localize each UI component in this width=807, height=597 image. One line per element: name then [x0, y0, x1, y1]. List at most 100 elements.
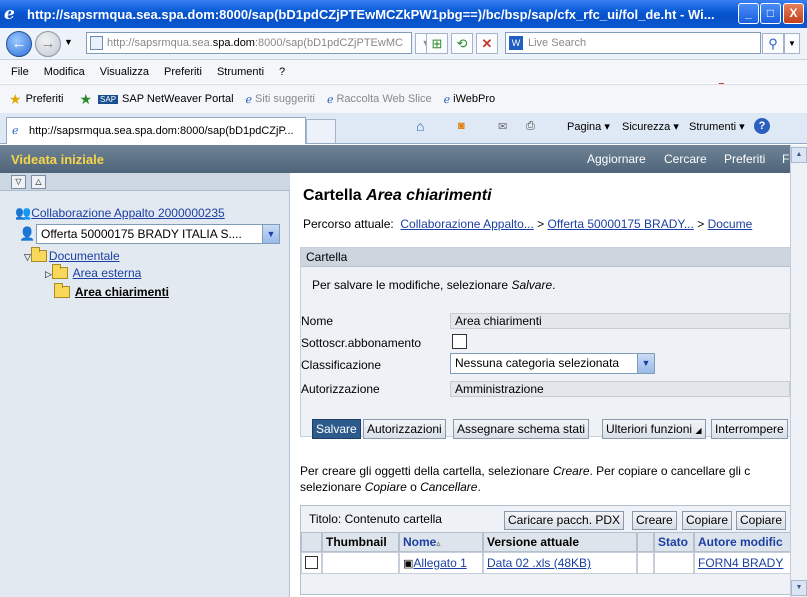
tree-root[interactable]: 👥Collaborazione Appalto 2000000235 [15, 205, 225, 221]
versione-header: Versione attuale [483, 532, 637, 552]
ie-logo-icon: e [4, 4, 15, 24]
minimize-button[interactable]: _ [738, 3, 759, 24]
fav-raccolta-web-slice[interactable]: Raccolta Web Slice [336, 93, 431, 105]
menu-bar: File Modifica Visualizza Preferiti Strum… [0, 60, 807, 83]
versione-cell[interactable]: Data 02 .xls (48KB) [483, 552, 637, 574]
print-icon[interactable]: ⎙ [526, 120, 535, 133]
autore-header[interactable]: Autore modific [694, 532, 790, 552]
add-favorite-icon[interactable]: ★ [79, 91, 92, 108]
caricare-pdx-button[interactable]: Caricare pacch. PDX [504, 511, 625, 530]
tree-area-esterna[interactable]: ▷ Area esterna [45, 264, 141, 280]
command-strumenti[interactable]: Strumenti ▾ [689, 120, 745, 133]
ulteriori-funzioni-button[interactable]: Ulteriori funzioni ◢ [602, 419, 706, 439]
collapse-all-icon[interactable]: △ [31, 175, 46, 189]
sort-icon[interactable]: ▵ [436, 539, 440, 548]
copiare-button[interactable]: Copiare [682, 511, 733, 530]
menu-modifica[interactable]: Modifica [44, 66, 85, 78]
history-dropdown-icon[interactable]: ▼ [64, 37, 73, 47]
save-button[interactable]: Salvare [312, 419, 361, 439]
help-icon[interactable]: ? [754, 118, 770, 134]
spacer-cell [637, 552, 654, 574]
folder-content-table: Titolo: Contenuto cartella Caricare pacc… [300, 505, 790, 595]
close-button[interactable]: X [783, 3, 804, 24]
creare-button[interactable]: Creare [632, 511, 677, 530]
link-preferiti[interactable]: Preferiti [724, 152, 765, 166]
select-all-header[interactable] [301, 532, 322, 552]
expand-all-icon[interactable]: ▽ [11, 175, 26, 189]
refresh-icon[interactable]: ⟲ [451, 33, 473, 54]
back-button[interactable]: ← [6, 31, 32, 57]
search-options-icon[interactable]: ▼ [784, 33, 800, 54]
scroll-down-icon[interactable]: ▼ [791, 580, 807, 596]
favorites-bar: ★ Preferiti ★ SAP SAP NetWeaver Portal ℯ… [0, 84, 807, 113]
thumbnail-header: Thumbnail [322, 532, 399, 552]
sap-home-title[interactable]: Videata iniziale [11, 152, 104, 167]
nome-cell[interactable]: ▣Allegato 1 [399, 552, 483, 574]
search-input[interactable]: W Live Search [505, 32, 761, 54]
window-title: http://sapsrmqua.sea.spa.dom:8000/sap(bD… [27, 6, 715, 22]
table-title: Titolo: Contenuto cartella [309, 512, 442, 526]
link-truncated[interactable]: F [782, 152, 789, 166]
autore-cell[interactable]: FORN4 BRADY [694, 552, 790, 574]
address-bar[interactable]: http://sapsrmqua.sea.spa.dom:8000/sap(bD… [86, 32, 412, 54]
collapse-icon[interactable]: ▽ [24, 252, 31, 262]
command-sicurezza[interactable]: Sicurezza ▾ [622, 120, 679, 133]
autorizzazione-label: Autorizzazione [301, 382, 380, 396]
tree-documentale[interactable]: ▽ Documentale [24, 247, 120, 263]
search-go-icon[interactable]: ⚲ [762, 33, 784, 54]
stop-icon[interactable]: ✕ [476, 33, 498, 54]
ie-page-icon: ℯ [443, 93, 451, 106]
tree-root-link[interactable]: Collaborazione Appalto 2000000235 [31, 206, 225, 220]
forward-button[interactable]: → [35, 31, 61, 57]
scroll-up-icon[interactable]: ▲ [791, 147, 807, 163]
sap-header: Videata iniziale Aggiornare Cercare Pref… [0, 145, 790, 173]
row-checkbox[interactable] [305, 556, 318, 569]
star-icon: ★ [9, 90, 22, 107]
home-icon[interactable]: ⌂ [416, 118, 424, 134]
tab-current[interactable]: ℯ http://sapsrmqua.sea.spa.dom:8000/sap(… [6, 117, 306, 144]
new-tab-button[interactable] [306, 119, 336, 143]
fav-siti-suggeriti[interactable]: Siti suggeriti [255, 93, 315, 105]
vertical-scrollbar[interactable]: ▲ ▼ [790, 145, 807, 597]
mail-icon[interactable]: ✉ [498, 120, 507, 133]
nome-header[interactable]: Nome▵ [399, 532, 483, 552]
breadcrumb-offerta[interactable]: Offerta 50000175 BRADY... [548, 217, 694, 231]
classificazione-select[interactable]: Nessuna categoria selezionata ▼ [450, 353, 655, 374]
collaboration-icon: 👥 [15, 205, 32, 220]
interrompere-button[interactable]: Interrompere [711, 419, 788, 439]
sottoscrizione-checkbox[interactable] [452, 334, 467, 349]
nome-field[interactable]: Area chiarimenti [450, 313, 790, 329]
fav-iwebpro[interactable]: iWebPro [453, 93, 495, 105]
stato-header[interactable]: Stato [654, 532, 694, 552]
chevron-down-icon[interactable]: ▼ [262, 225, 279, 243]
menu-visualizza[interactable]: Visualizza [100, 66, 149, 78]
favorites-button[interactable]: Preferiti [26, 93, 64, 105]
menu-strumenti[interactable]: Strumenti [217, 66, 264, 78]
tree-area-chiarimenti[interactable]: Area chiarimenti [54, 283, 169, 299]
link-aggiornare[interactable]: Aggiornare [587, 152, 646, 166]
fav-sap-portal[interactable]: SAP NetWeaver Portal [122, 93, 233, 105]
menu-preferiti[interactable]: Preferiti [164, 66, 202, 78]
maximize-button[interactable]: □ [760, 3, 781, 24]
copiare-button-2[interactable]: Copiare [736, 511, 787, 530]
document-icon: ▣ [403, 558, 414, 570]
user-icon: 👤 [19, 226, 36, 241]
chevron-down-icon[interactable]: ▼ [637, 354, 654, 373]
menu-file[interactable]: File [11, 66, 29, 78]
submenu-icon: ◢ [695, 426, 702, 435]
ie-page-icon: ℯ [326, 93, 334, 106]
offer-dropdown[interactable]: Offerta 50000175 BRADY ITALIA S.... ▼ [36, 224, 280, 244]
tree-toolbar: ▽ △ [0, 173, 290, 191]
autorizzazioni-button[interactable]: Autorizzazioni [363, 419, 446, 439]
menu-help[interactable]: ? [279, 66, 285, 78]
link-cercare[interactable]: Cercare [664, 152, 707, 166]
expand-icon[interactable]: ▷ [45, 269, 52, 279]
breadcrumb-documentale[interactable]: Docume [708, 217, 753, 231]
assegnare-schema-button[interactable]: Assegnare schema stati [453, 419, 590, 439]
ie-page-icon: ℯ [12, 125, 19, 137]
sottoscrizione-label: Sottoscr.abbonamento [301, 336, 422, 350]
breadcrumb-collaborazione[interactable]: Collaborazione Appalto... [400, 217, 533, 231]
compatibility-icon[interactable]: ⊞ [426, 33, 448, 54]
feeds-icon[interactable]: ◙ [458, 120, 465, 132]
command-pagina[interactable]: Pagina ▾ [567, 120, 610, 133]
